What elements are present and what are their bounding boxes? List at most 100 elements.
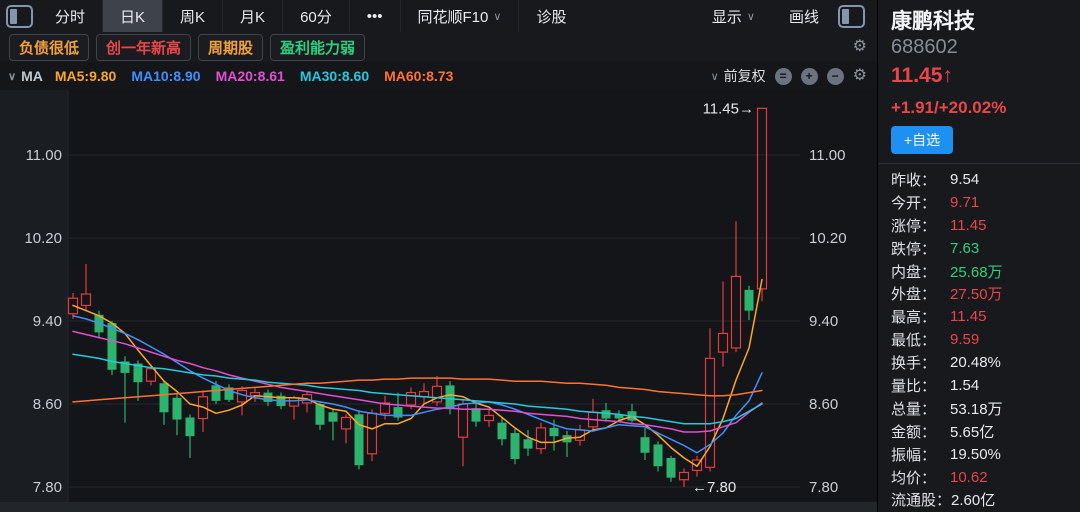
display-menu-button[interactable]: 显示 ∨ bbox=[695, 6, 772, 27]
ma-value-label: MA60:8.73 bbox=[384, 68, 453, 84]
stat-row: 今开：9.71 bbox=[891, 191, 1076, 214]
price-change: +1.91/+20.02% bbox=[891, 98, 1006, 118]
stat-label: 均价： bbox=[891, 467, 950, 488]
stat-label: 昨收： bbox=[891, 169, 950, 190]
stock-tags-row: 负债很低创一年新高周期股盈利能力弱 ⚙ bbox=[0, 32, 877, 62]
stat-value: 10.62 bbox=[950, 469, 988, 486]
high-price-annotation: 11.45→ bbox=[703, 100, 754, 117]
stat-value: 5.65亿 bbox=[950, 421, 994, 442]
y-axis-tick-right: 9.40 bbox=[809, 313, 838, 330]
draw-line-button[interactable]: 画线 bbox=[772, 6, 836, 27]
stat-label: 振幅： bbox=[891, 444, 950, 465]
stat-value: 1.54 bbox=[950, 377, 979, 394]
stat-label: 总量： bbox=[891, 398, 950, 419]
stock-chart-app: 分时日K周K月K60分•••同花顺F10∨诊股 显示 ∨ 画线 负债很低创一年新… bbox=[0, 0, 1080, 512]
toolbar-spacer bbox=[583, 0, 694, 32]
stat-row: 跌停：7.63 bbox=[891, 237, 1076, 260]
stat-label: 外盘： bbox=[891, 283, 950, 304]
stat-label: 最低： bbox=[891, 329, 950, 350]
stat-value: 11.45 bbox=[950, 217, 986, 234]
gear-icon[interactable]: ⚙ bbox=[853, 68, 867, 84]
stock-tag-chip[interactable]: 周期股 bbox=[198, 34, 263, 61]
y-axis-tick-right: 11.00 bbox=[809, 147, 845, 164]
low-price-annotation: ←7.80 bbox=[692, 479, 736, 496]
y-axis-tick-left: 11.00 bbox=[26, 147, 62, 164]
stat-row: 最低：9.59 bbox=[891, 328, 1076, 351]
left-panel-toggle-icon[interactable] bbox=[6, 5, 33, 28]
ma-values: MA5:9.80 MA10:8.90 MA20:8.61 MA30:8.60 MA60:… bbox=[55, 68, 469, 84]
tab-monthly-k[interactable]: 月K bbox=[222, 0, 282, 32]
stat-label: 跌停： bbox=[891, 238, 950, 259]
chevron-down-icon: ∨ bbox=[711, 70, 719, 83]
stat-value: 53.18万 bbox=[950, 398, 1003, 419]
tab-diagnose[interactable]: 诊股 bbox=[518, 0, 583, 32]
up-arrow-icon: ↑ bbox=[942, 64, 953, 87]
current-price: 11.45↑ bbox=[891, 64, 953, 88]
stock-code: 688602 bbox=[891, 36, 958, 59]
ma-value-label: MA10:8.90 bbox=[131, 68, 200, 84]
stat-value: 20.48% bbox=[950, 354, 1001, 371]
stat-row: 量比：1.54 bbox=[891, 374, 1076, 397]
y-axis-tick-left: 8.60 bbox=[33, 396, 62, 413]
tab-minute[interactable]: 分时 bbox=[38, 0, 102, 32]
tab-f10[interactable]: 同花顺F10∨ bbox=[400, 0, 519, 32]
stat-label: 量比： bbox=[891, 375, 950, 396]
stat-value: 7.63 bbox=[950, 240, 979, 257]
tab-more[interactable]: ••• bbox=[349, 0, 400, 32]
stat-row: 换手：20.48% bbox=[891, 351, 1076, 374]
y-axis-tick-right: 8.60 bbox=[809, 396, 838, 413]
ma-value-label: MA5:9.80 bbox=[55, 68, 116, 84]
chevron-down-icon: ∨ bbox=[747, 10, 755, 23]
stat-label: 换手： bbox=[891, 352, 950, 373]
stock-tag-chip[interactable]: 负债很低 bbox=[9, 34, 89, 61]
tab-daily-k[interactable]: 日K bbox=[102, 0, 162, 32]
candlestick-chart[interactable]: 11.0011.0010.2010.209.409.408.608.607.80… bbox=[0, 90, 877, 502]
stat-label: 金额： bbox=[891, 421, 950, 442]
stat-label: 内盘： bbox=[891, 261, 950, 282]
y-axis-tick-right: 7.80 bbox=[809, 479, 838, 496]
stat-value: 25.68万 bbox=[950, 261, 1003, 282]
time-axis-strip bbox=[0, 502, 877, 512]
ma-value-label: MA30:8.60 bbox=[300, 68, 369, 84]
stat-row: 流通股：2.60亿 bbox=[891, 488, 1076, 511]
y-axis-tick-left: 7.80 bbox=[33, 479, 62, 496]
stat-row: 涨停：11.45 bbox=[891, 214, 1076, 237]
stat-value: 9.71 bbox=[950, 194, 979, 211]
stat-row: 内盘：25.68万 bbox=[891, 260, 1076, 283]
stat-value: 19.50% bbox=[950, 446, 1001, 463]
add-watchlist-button[interactable]: +自选 bbox=[891, 126, 953, 154]
ma-toggle[interactable]: ∨ MA bbox=[8, 68, 43, 84]
quote-stats-list: 昨收：9.54今开：9.71涨停：11.45跌停：7.63内盘：25.68万外盘… bbox=[891, 168, 1076, 511]
stock-tag-chip[interactable]: 创一年新高 bbox=[96, 34, 191, 61]
ma-indicator-row: ∨ MA MA5:9.80 MA10:8.90 MA20:8.61 MA30:8.60… bbox=[0, 62, 877, 90]
stat-label: 涨停： bbox=[891, 215, 950, 236]
compare-icon[interactable]: = bbox=[775, 68, 792, 85]
right-panel-toggle-icon[interactable] bbox=[838, 5, 865, 28]
gear-icon[interactable]: ⚙ bbox=[853, 39, 867, 55]
stat-label: 最高： bbox=[891, 306, 950, 327]
chevron-down-icon: ∨ bbox=[493, 10, 501, 23]
stat-row: 均价：10.62 bbox=[891, 466, 1076, 489]
adjust-mode-selector[interactable]: ∨ 前复权 bbox=[711, 66, 766, 86]
stat-value: 9.59 bbox=[950, 331, 979, 348]
chevron-down-icon: ∨ bbox=[8, 70, 16, 83]
stat-row: 振幅：19.50% bbox=[891, 443, 1076, 466]
stat-row: 金额：5.65亿 bbox=[891, 420, 1076, 443]
stat-value: 2.60亿 bbox=[951, 489, 995, 510]
stat-value: 27.50万 bbox=[950, 283, 1003, 304]
ma-value-label: MA20:8.61 bbox=[216, 68, 285, 84]
stat-row: 外盘：27.50万 bbox=[891, 282, 1076, 305]
quote-panel: 康鹏科技 688602 11.45↑ +1.91/+20.02% +自选 昨收：… bbox=[877, 0, 1080, 512]
y-axis-tick-left: 9.40 bbox=[33, 313, 62, 330]
y-axis-tick-right: 10.20 bbox=[809, 230, 847, 247]
tab-60min[interactable]: 60分 bbox=[282, 0, 349, 32]
stat-label: 今开： bbox=[891, 192, 950, 213]
zoom-out-icon[interactable]: − bbox=[827, 68, 844, 85]
stock-name: 康鹏科技 bbox=[891, 5, 975, 35]
stat-row: 昨收：9.54 bbox=[891, 168, 1076, 191]
stat-value: 11.45 bbox=[950, 308, 986, 325]
stock-tag-chip[interactable]: 盈利能力弱 bbox=[270, 34, 365, 61]
stat-value: 9.54 bbox=[950, 171, 979, 188]
tab-weekly-k[interactable]: 周K bbox=[162, 0, 222, 32]
zoom-in-icon[interactable]: + bbox=[801, 68, 818, 85]
